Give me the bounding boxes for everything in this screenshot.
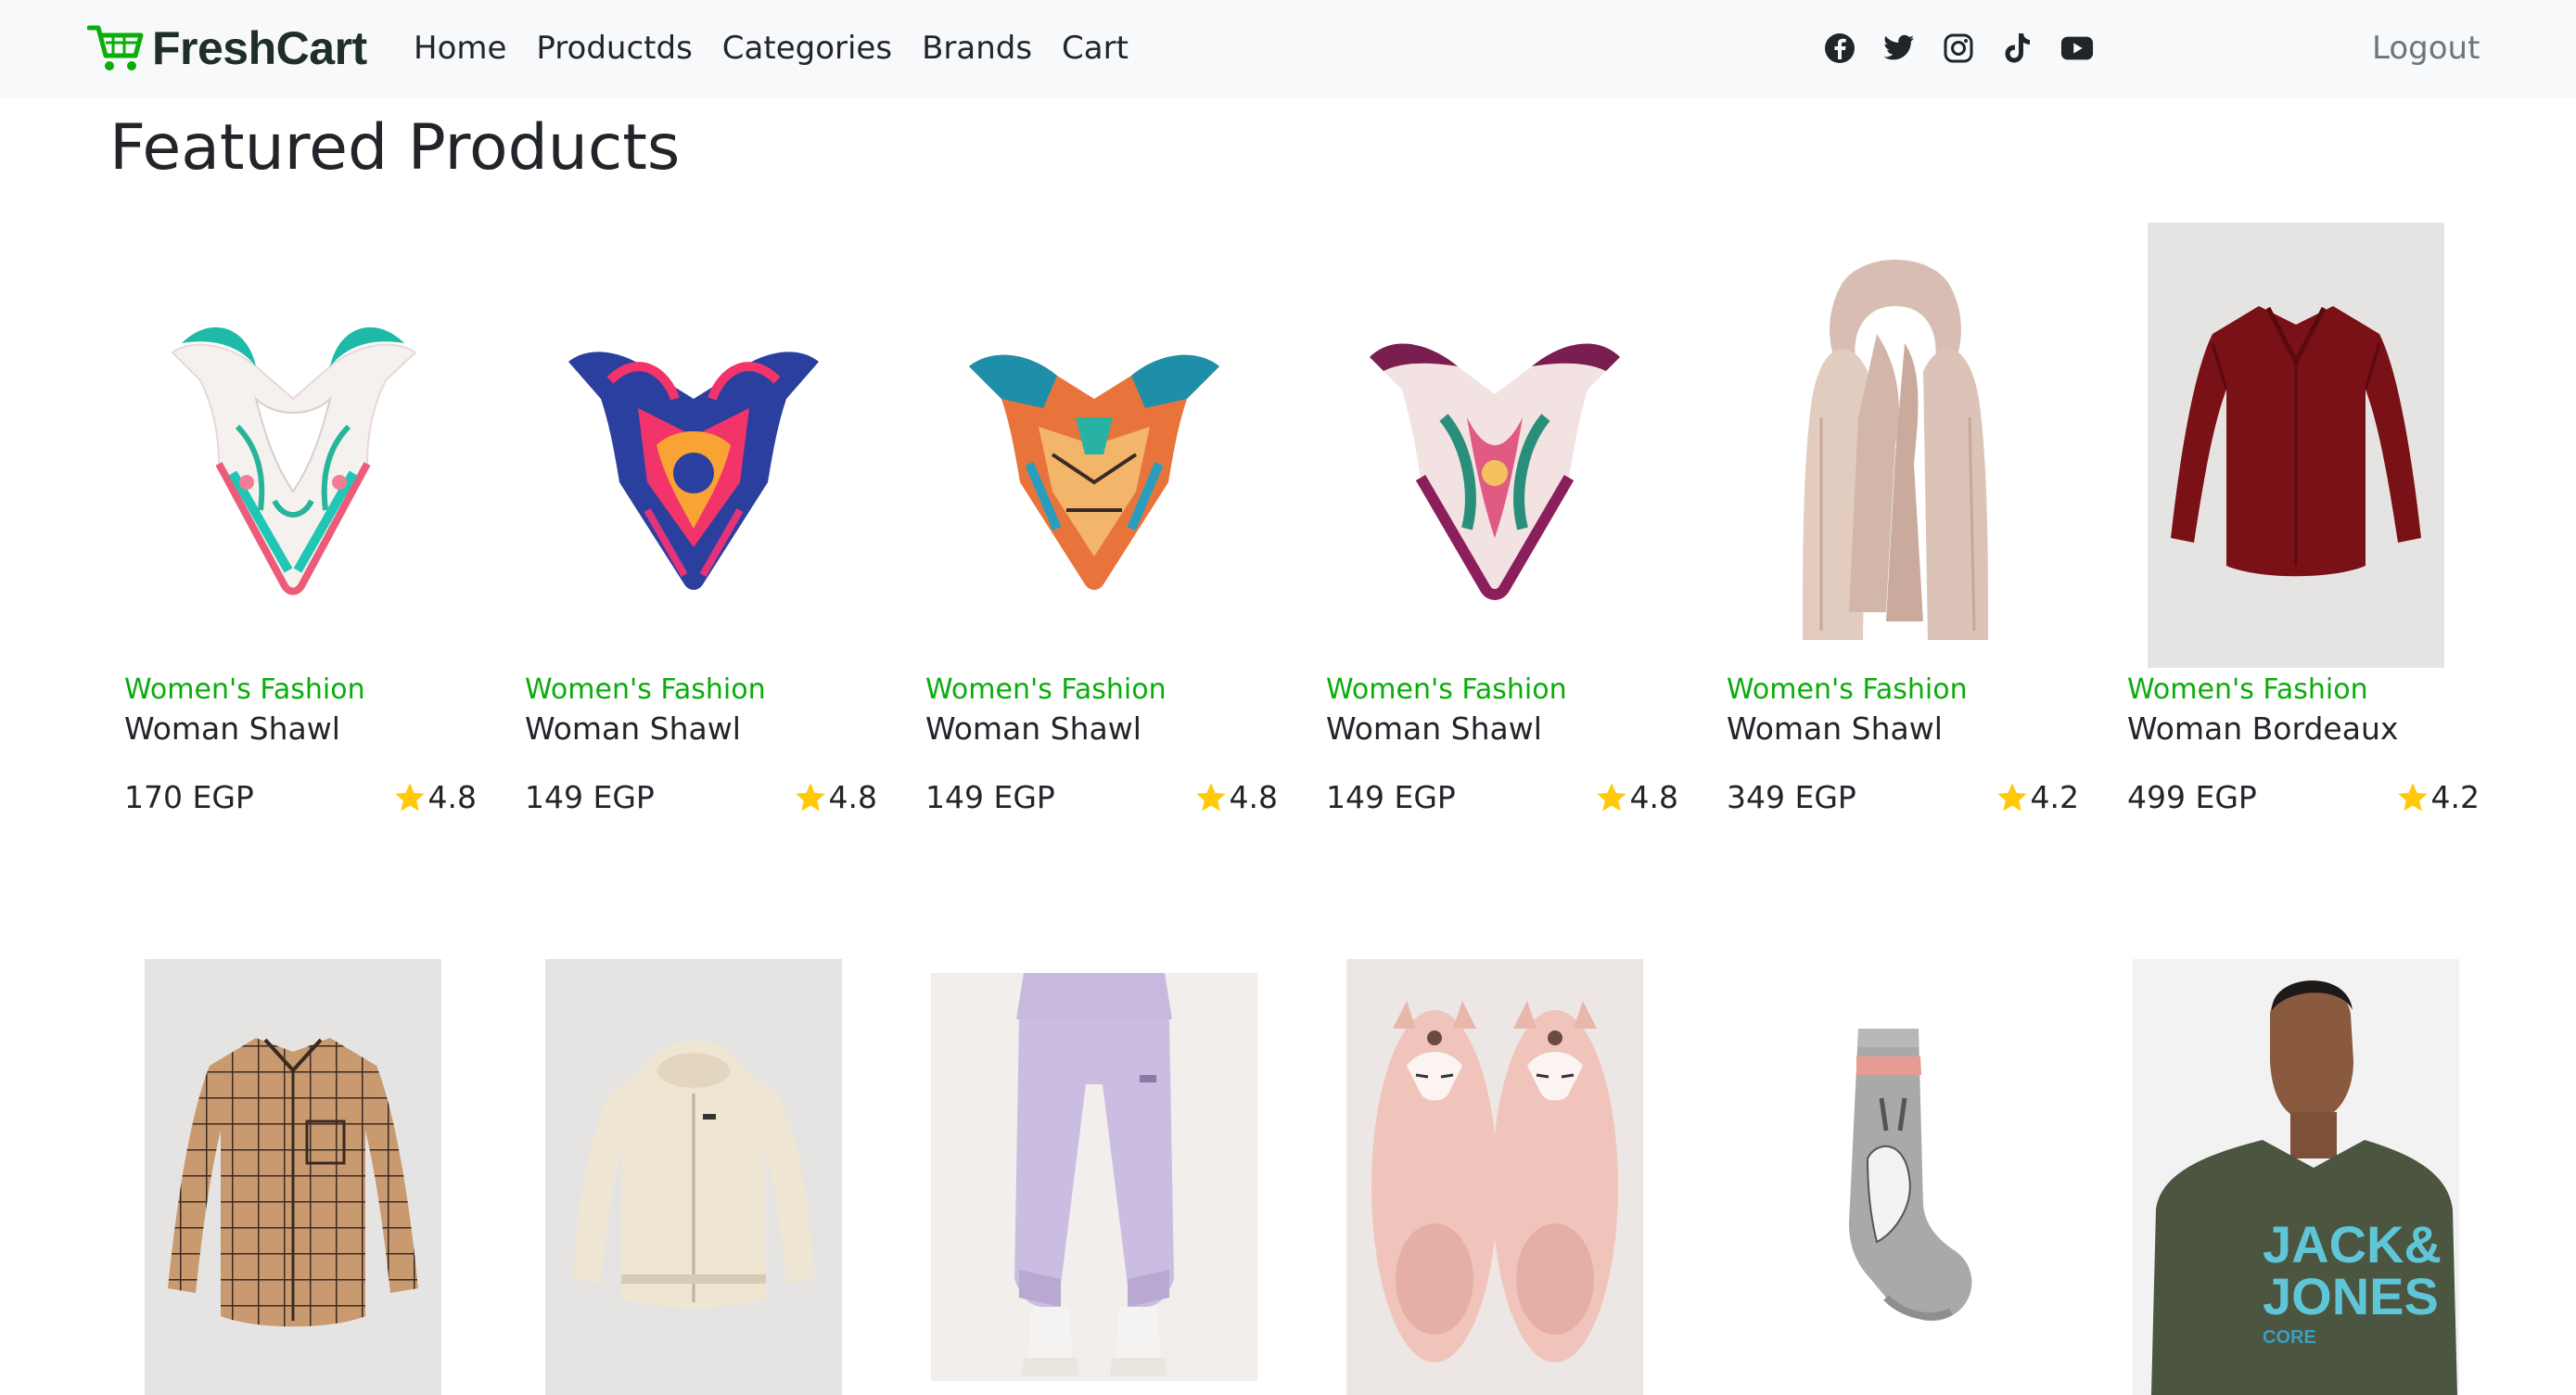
- product-title: Woman Bordeaux: [2127, 710, 2399, 747]
- product-image[interactable]: [109, 223, 477, 668]
- tshirt-print-line2: JONES: [2263, 1267, 2439, 1325]
- product-image[interactable]: [2112, 223, 2480, 668]
- product-rating: 4.2: [1996, 779, 2079, 815]
- star-icon: [1996, 782, 2027, 811]
- product-card[interactable]: [109, 959, 477, 1395]
- page-title: Featured Products: [109, 111, 681, 185]
- product-card[interactable]: [1712, 959, 2079, 1395]
- rating-value: 4.8: [1629, 779, 1678, 815]
- rating-value: 4.2: [2030, 779, 2079, 815]
- social-links: [1797, 28, 2094, 69]
- product-title: Woman Shawl: [1326, 710, 1542, 747]
- twitter-icon[interactable]: [1882, 32, 1916, 65]
- star-icon: [2397, 782, 2428, 811]
- instagram-icon[interactable]: [1942, 32, 1975, 65]
- navbar: FreshCart Home Productds Categories Bran…: [0, 0, 2576, 98]
- product-rating: 4.8: [794, 779, 877, 815]
- product-card[interactable]: [911, 959, 1278, 1395]
- product-rating: 4.8: [1595, 779, 1678, 815]
- rating-value: 4.2: [2430, 779, 2480, 815]
- cart-icon: [87, 25, 144, 70]
- product-category: Women's Fashion: [925, 673, 1167, 706]
- nav-link-categories[interactable]: Categories: [722, 30, 892, 67]
- logout-link[interactable]: Logout: [2372, 24, 2480, 72]
- product-rating: 4.8: [393, 779, 477, 815]
- product-category: Women's Fashion: [124, 673, 365, 706]
- product-image[interactable]: [1311, 959, 1678, 1395]
- brand-name: FreshCart: [152, 22, 367, 74]
- product-price: 149 EGP: [925, 779, 1055, 815]
- tshirt-print-line3: CORE: [2263, 1327, 2316, 1348]
- product-image[interactable]: [510, 223, 877, 668]
- nav-link-brands[interactable]: Brands: [922, 30, 1032, 67]
- product-image[interactable]: [1712, 223, 2079, 668]
- product-image[interactable]: JACK& JONES CORE: [2112, 959, 2480, 1395]
- product-price: 170 EGP: [124, 779, 254, 815]
- facebook-icon[interactable]: [1823, 32, 1856, 65]
- product-image[interactable]: [510, 959, 877, 1395]
- product-card[interactable]: [510, 959, 877, 1395]
- star-icon: [795, 782, 825, 811]
- tshirt-print-line1: JACK&: [2263, 1215, 2442, 1273]
- product-card[interactable]: [1311, 959, 1678, 1395]
- rating-value: 4.8: [427, 779, 477, 815]
- product-price: 499 EGP: [2127, 779, 2257, 815]
- product-image[interactable]: [911, 223, 1278, 668]
- product-image[interactable]: [1712, 959, 2079, 1395]
- product-price: 149 EGP: [525, 779, 655, 815]
- youtube-icon[interactable]: [2060, 32, 2094, 65]
- product-price: 149 EGP: [1326, 779, 1456, 815]
- star-icon: [1195, 782, 1226, 811]
- nav-links: Home Productds Categories Brands Cart: [414, 24, 1158, 72]
- rating-value: 4.8: [828, 779, 877, 815]
- star-icon: [1596, 782, 1626, 811]
- product-rating: 4.2: [2396, 779, 2480, 815]
- product-image[interactable]: [109, 959, 477, 1395]
- product-image[interactable]: [1311, 223, 1678, 668]
- rating-value: 4.8: [1229, 779, 1278, 815]
- product-title: Woman Shawl: [525, 710, 741, 747]
- nav-link-home[interactable]: Home: [414, 30, 506, 67]
- product-title: Woman Shawl: [925, 710, 1141, 747]
- product-category: Women's Fashion: [1727, 673, 1968, 706]
- brand-logo[interactable]: FreshCart: [87, 20, 367, 76]
- nav-link-products[interactable]: Productds: [536, 30, 692, 67]
- product-image[interactable]: [911, 959, 1278, 1395]
- product-category: Women's Fashion: [1326, 673, 1567, 706]
- product-card[interactable]: JACK& JONES CORE: [2112, 959, 2480, 1395]
- product-price: 349 EGP: [1727, 779, 1856, 815]
- product-title: Woman Shawl: [124, 710, 340, 747]
- product-rating: 4.8: [1194, 779, 1278, 815]
- nav-link-cart[interactable]: Cart: [1062, 30, 1129, 67]
- product-title: Woman Shawl: [1727, 710, 1943, 747]
- product-category: Women's Fashion: [2127, 673, 2368, 706]
- product-category: Women's Fashion: [525, 673, 766, 706]
- tiktok-icon[interactable]: [2001, 32, 2034, 65]
- star-icon: [394, 782, 425, 811]
